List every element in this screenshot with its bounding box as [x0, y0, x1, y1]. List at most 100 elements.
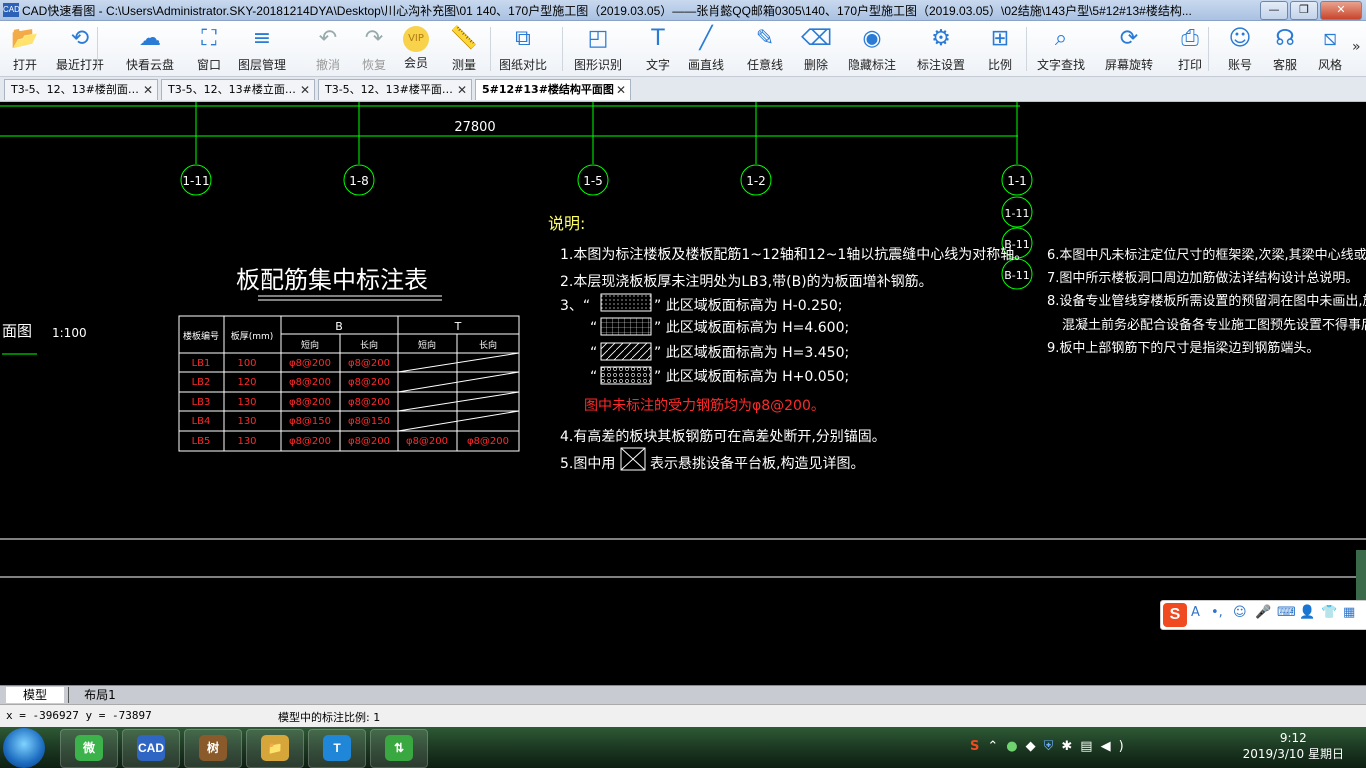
start-button[interactable] — [3, 728, 45, 768]
bluetooth-tray-icon[interactable]: ✱ — [1061, 739, 1080, 754]
ime-mode-icon[interactable]: A — [1191, 605, 1200, 620]
table-subheader: 长向 — [360, 339, 378, 351]
minimize-button[interactable]: — — [1260, 1, 1288, 20]
tab-layout1[interactable]: 布局1 — [68, 687, 131, 703]
folder-open-icon: 📂 — [11, 26, 39, 51]
system-clock[interactable]: 9:12 2019/3/10 星期日 — [1243, 731, 1344, 762]
ime-user-icon[interactable]: 👤 — [1299, 605, 1315, 620]
toolbar-button-label: 隐藏标注 — [848, 58, 897, 72]
toolbar-button-label: 撤消 — [315, 58, 340, 72]
toolbar-button-layers[interactable]: ≡ 图层管理 — [238, 24, 286, 74]
toolbar-button-label: 恢复 — [361, 58, 386, 72]
network-tray-icon[interactable]: ▤ — [1080, 739, 1100, 754]
tab-close-icon[interactable]: ✕ — [457, 80, 467, 100]
maximize-button[interactable]: ❐ — [1290, 1, 1318, 20]
tab-model[interactable]: 模型 — [6, 687, 64, 703]
toolbar-button-label: 测量 — [451, 58, 476, 72]
tab-structure-plan[interactable]: 5#12#13#楼结构平面图 ✕ — [475, 79, 631, 100]
volume-tray-icon[interactable]: ◀) — [1101, 739, 1132, 754]
ime-voice-icon[interactable]: 🎤 — [1255, 605, 1271, 620]
status-bar: x = -396927 y = -73897 模型中的标注比例: 1 — [0, 704, 1366, 727]
taskbar-app-t-app[interactable]: T — [308, 729, 366, 768]
toolbar-button-freehand-pen[interactable]: ✎ 任意线 — [747, 24, 783, 74]
user-icon: ☺ — [1228, 26, 1252, 51]
toolbar-separator — [1208, 27, 1209, 71]
toolbar-button-hide-eye[interactable]: ◉ 隐藏标注 — [848, 24, 896, 74]
ime-punct-icon[interactable]: •, — [1211, 605, 1223, 620]
clock-date: 2019/3/10 星期日 — [1242, 747, 1344, 761]
sogou-tray-icon[interactable]: S — [970, 739, 987, 754]
tab-profile[interactable]: T3-5、12、13#楼剖面… ✕ — [4, 79, 158, 100]
hatch-diagonal-swatch — [600, 342, 652, 361]
taskbar-app-cad-viewer[interactable]: CAD — [122, 729, 180, 768]
scroll-indicator[interactable] — [1356, 550, 1366, 605]
sogou-logo-icon[interactable]: S — [1163, 603, 1187, 627]
wechat-tray-icon[interactable]: ● — [1006, 739, 1025, 754]
qq-tray-icon[interactable]: ◆ — [1026, 739, 1044, 754]
tab-close-icon[interactable]: ✕ — [143, 80, 153, 100]
hatch-grid-swatch — [600, 317, 652, 336]
toolbar-button-text-t[interactable]: T 文字 — [643, 24, 673, 74]
table-cell: LB4 — [192, 416, 211, 427]
table-cell: φ8@200 — [289, 358, 331, 369]
line-icon: ╱ — [699, 26, 713, 51]
toolbar-button-rotate-screen[interactable]: ⟳ 屏幕旋转 — [1105, 24, 1153, 74]
toolbar-button-folder-open[interactable]: 📂 打开 — [10, 24, 40, 74]
toolbar-more-icon[interactable]: » — [1352, 39, 1361, 55]
table-cell: LB3 — [192, 397, 211, 408]
tab-close-icon[interactable]: ✕ — [616, 80, 626, 100]
toolbar-button-eraser[interactable]: ⌫ 删除 — [801, 24, 832, 74]
table-subheader: 短向 — [418, 339, 436, 351]
toolbar-button-printer[interactable]: ⎙ 打印 — [1175, 24, 1205, 74]
toolbar-button-window-frame[interactable]: ⛶ 窗口 — [194, 24, 224, 74]
toolbar-button-annotation-settings[interactable]: ⚙ 标注设置 — [917, 24, 965, 74]
ime-toolbar[interactable]: S A •, ☺ 🎤 ⌨ 👤 👕 ▦ — [1160, 600, 1366, 630]
axis-label: 1-1 — [1007, 174, 1027, 188]
text-search-icon: ⌕ — [1054, 26, 1068, 51]
toolbar-button-label: 比例 — [987, 58, 1012, 72]
toolbar-button-ruler[interactable]: 📏 测量 — [449, 24, 479, 74]
windows-taskbar: 微 CAD 树 📁 T ⇅ 9:12 2019/3/10 星期日 S⌃●◆⛨✱▤◀) — [0, 727, 1366, 768]
main-toolbar: 📂 打开 ⟲ 最近打开 ☁ 快看云盘 ⛶ 窗口 ≡ 图层管理 ↶ 撤消 ↷ 恢复 VIP 会员 📏 测量 ⧉ 图纸对比… — [0, 21, 1366, 77]
toolbar-button-redo[interactable]: ↷ 恢复 — [359, 24, 389, 74]
toolbar-button-vip[interactable]: VIP 会员 — [403, 24, 429, 74]
toolbar-button-user[interactable]: ☺ 账号 — [1225, 24, 1255, 74]
toolbar-button-scale[interactable]: ⊞ 比例 — [985, 24, 1015, 74]
tab-close-icon[interactable]: ✕ — [300, 80, 310, 100]
note-line: 4.有高差的板块其板钢筋可在高差处断开,分别锚固。 — [560, 428, 886, 445]
close-button[interactable]: ✕ — [1320, 1, 1362, 20]
toolbar-button-headset[interactable]: ☊ 客服 — [1270, 24, 1300, 74]
toolbar-button-style[interactable]: ⧅ 风格 — [1315, 24, 1345, 74]
toolbar-button-line[interactable]: ╱ 画直线 — [688, 24, 724, 74]
ime-emoji-icon[interactable]: ☺ — [1233, 605, 1247, 620]
taskbar-app-file-explorer[interactable]: 📁 — [246, 729, 304, 768]
toolbar-button-label: 文字查找 — [1037, 58, 1086, 72]
taskbar-app-tree-app[interactable]: 树 — [184, 729, 242, 768]
scale-icon: ⊞ — [990, 26, 1010, 51]
taskbar-app-wechat[interactable]: 微 — [60, 729, 118, 768]
taskbar-app-green-app[interactable]: ⇅ — [370, 729, 428, 768]
table-cell: LB1 — [192, 358, 211, 369]
drawing-canvas[interactable]: 27800 1-11 1-8 1-5 1-2 1-1 1-11 B-11 B-1… — [0, 102, 1366, 685]
annotation-scale: 模型中的标注比例: 1 — [278, 711, 381, 724]
ime-keyboard-icon[interactable]: ⌨ — [1277, 605, 1296, 620]
toolbar-button-cloud[interactable]: ☁ 快看云盘 — [126, 24, 174, 74]
ime-toolbox-icon[interactable]: ▦ — [1343, 605, 1355, 620]
ime-skin-icon[interactable]: 👕 — [1321, 605, 1337, 620]
toolbar-button-undo[interactable]: ↶ 撤消 — [313, 24, 343, 74]
hide-eye-icon: ◉ — [862, 26, 882, 51]
tray-chevron-icon[interactable]: ⌃ — [987, 739, 1006, 754]
tab-elevation[interactable]: T3-5、12、13#楼立面… ✕ — [161, 79, 315, 100]
toolbar-button-text-search[interactable]: ⌕ 文字查找 — [1037, 24, 1085, 74]
note-line: 7.图中所示楼板洞口周边加筋做法详结构设计总说明。 — [1047, 270, 1358, 286]
toolbar-button-label: 文字 — [645, 58, 670, 72]
toolbar-button-label: 账号 — [1227, 58, 1252, 72]
undo-icon: ↶ — [318, 26, 338, 51]
system-tray-icons[interactable]: S⌃●◆⛨✱▤◀) — [970, 739, 1132, 754]
toolbar-button-label: 快看云盘 — [126, 58, 175, 72]
tab-plan[interactable]: T3-5、12、13#楼平面… ✕ — [318, 79, 472, 100]
toolbar-button-shape-recognize[interactable]: ◰ 图形识别 — [574, 24, 622, 74]
toolbar-button-compare[interactable]: ⧉ 图纸对比 — [499, 24, 547, 74]
shield-tray-icon[interactable]: ⛨ — [1044, 739, 1062, 754]
table-cell: φ8@200 — [467, 436, 509, 447]
